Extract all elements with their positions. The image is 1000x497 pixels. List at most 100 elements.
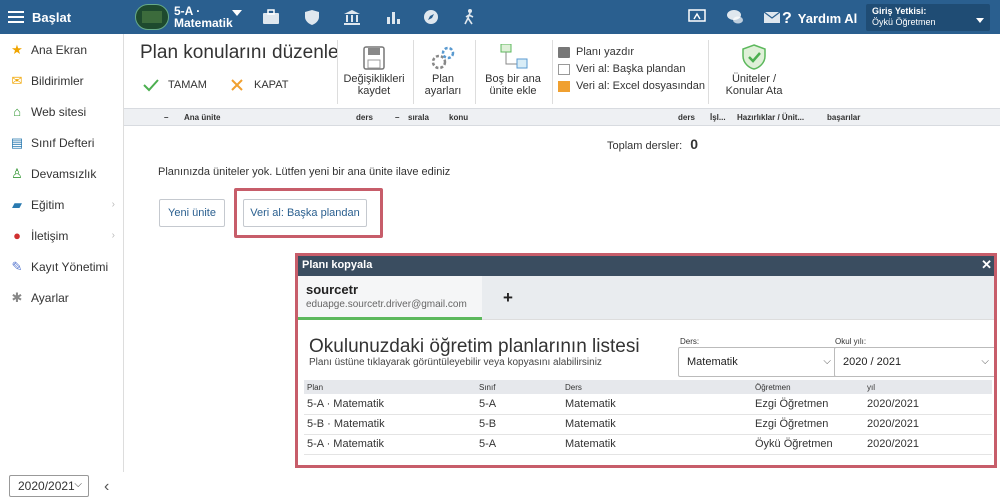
building-icon[interactable] bbox=[343, 9, 361, 25]
login-title: Giriş Yetkisi: bbox=[872, 6, 927, 16]
th-ogretmen[interactable]: Öğretmen bbox=[752, 380, 864, 394]
person-icon: ♙ bbox=[11, 165, 23, 181]
sidebar-item-label: Devamsızlık bbox=[31, 166, 97, 181]
assign-units-button[interactable]: Üniteler / Konular Ata bbox=[716, 44, 792, 97]
chevron-down-icon[interactable] bbox=[232, 10, 242, 16]
printer-icon bbox=[558, 47, 570, 58]
plans-table-header: Plan Sınıf Ders Öğretmen yıl bbox=[304, 380, 992, 394]
th-yil[interactable]: yıl bbox=[864, 380, 992, 394]
import-from-plan-item[interactable]: Veri al: Başka plandan bbox=[558, 61, 705, 78]
import-from-excel-item[interactable]: Veri al: Excel dosyasından bbox=[558, 78, 705, 95]
envelope-icon: ✉ bbox=[11, 72, 23, 88]
col-ders-2[interactable]: ders bbox=[678, 113, 695, 122]
column-header-row: – Ana ünite ders – sırala konu ders İşl.… bbox=[124, 108, 1000, 126]
class-selector[interactable]: 5-A · Matematik bbox=[174, 5, 233, 29]
shield-icon[interactable] bbox=[303, 9, 321, 25]
bar-chart-icon[interactable] bbox=[384, 9, 402, 25]
dialog-heading: Okulunuzdaki öğretim planlarının listesi bbox=[309, 336, 640, 357]
chevron-down-icon bbox=[976, 18, 984, 23]
total-label: Toplam dersler: bbox=[607, 140, 683, 152]
add-unit-label-1: Boş bir ana bbox=[485, 73, 541, 85]
dialog-subheading: Planı üstüne tıklayarak görüntüleyebilir… bbox=[309, 357, 602, 368]
col-basarilar[interactable]: başarılar bbox=[827, 113, 860, 122]
collapse-sidebar-icon[interactable]: ‹ bbox=[104, 478, 109, 496]
table-row[interactable]: 5-A · Matematik 5-A Matematik Öykü Öğret… bbox=[304, 434, 992, 455]
sidebar-item-label: Web sitesi bbox=[31, 104, 87, 119]
compass-icon[interactable] bbox=[422, 9, 440, 25]
collapse-all-icon[interactable]: – bbox=[164, 113, 168, 122]
walking-person-icon[interactable] bbox=[461, 9, 479, 25]
toolbar-divider bbox=[413, 40, 414, 104]
table-row[interactable]: 5-A · Matematik 5-A Matematik Ezgi Öğret… bbox=[304, 394, 992, 415]
class-name-line2: Matematik bbox=[174, 16, 233, 30]
close-icon bbox=[231, 79, 243, 91]
th-plan[interactable]: Plan bbox=[304, 380, 476, 394]
chat-icon: ● bbox=[13, 228, 21, 243]
sidebar-item-kayıt-yönetimi[interactable]: ✎ Kayıt Yönetimi bbox=[0, 251, 123, 282]
new-unit-button[interactable]: Yeni ünite bbox=[159, 199, 225, 227]
tree-add-icon bbox=[500, 44, 528, 69]
sidebar-item-sınıf-defteri[interactable]: ▤ Sınıf Defteri bbox=[0, 127, 123, 158]
col-islem[interactable]: İşl... bbox=[710, 113, 726, 122]
tab-email: eduapge.sourcetr.driver@gmail.com bbox=[306, 299, 467, 310]
sidebar-item-ana-ekran[interactable]: ★ Ana Ekran bbox=[0, 34, 123, 65]
col-ders[interactable]: ders bbox=[356, 113, 373, 122]
sidebar: ★ Ana Ekran ✉ Bildirimler ⌂ Web sitesi ▤ Sınıf … bbox=[0, 34, 124, 497]
cell-ders: Matematik bbox=[562, 434, 752, 455]
sidebar-item-web-sitesi[interactable]: ⌂ Web sitesi bbox=[0, 96, 123, 127]
th-sinif[interactable]: Sınıf bbox=[476, 380, 562, 394]
start-menu-button[interactable]: Başlat bbox=[0, 0, 124, 34]
sidebar-item-eğitim[interactable]: ▰ Eğitim › bbox=[0, 189, 123, 220]
briefcase-icon[interactable] bbox=[262, 9, 280, 25]
subject-select[interactable]: Matematik ⌵ bbox=[678, 347, 838, 377]
import-plan-label: Veri al: Başka plandan bbox=[576, 63, 686, 75]
collapse-icon[interactable]: – bbox=[395, 113, 399, 122]
excel-import-icon bbox=[558, 81, 570, 92]
col-ana-unite[interactable]: Ana ünite bbox=[184, 113, 220, 122]
help-button[interactable]: ? Yardım Al bbox=[782, 10, 857, 28]
add-empty-unit-button[interactable]: Boş bir ana ünite ekle bbox=[479, 44, 547, 97]
col-hazirliklar[interactable]: Hazırlıklar / Ünit... bbox=[737, 113, 804, 122]
print-plan-item[interactable]: Planı yazdır bbox=[558, 44, 705, 61]
cell-ders: Matematik bbox=[562, 394, 752, 415]
cell-yil: 2020/2021 bbox=[864, 414, 992, 435]
save-changes-button[interactable]: Değişiklikleri kaydet bbox=[342, 44, 406, 97]
cell-ogretmen: Ezgi Öğretmen bbox=[752, 394, 864, 415]
add-source-button[interactable]: + bbox=[503, 288, 513, 308]
cell-sinif: 5-A bbox=[476, 394, 562, 415]
close-button[interactable]: KAPAT bbox=[230, 78, 288, 92]
mail-icon[interactable] bbox=[763, 9, 781, 25]
class-avatar[interactable] bbox=[135, 4, 169, 30]
ok-button[interactable]: TAMAM bbox=[142, 78, 207, 92]
table-row[interactable]: 5-B · Matematik 5-B Matematik Ezgi Öğret… bbox=[304, 414, 992, 435]
dialog-title: Planı kopyala bbox=[302, 259, 373, 271]
year-select[interactable]: 2020/2021 ⌵ bbox=[9, 475, 89, 497]
sidebar-item-label: Ana Ekran bbox=[31, 42, 88, 57]
login-user-selector[interactable]: Giriş Yetkisi: Öykü Öğretmen bbox=[866, 4, 990, 31]
th-ders[interactable]: Ders bbox=[562, 380, 752, 394]
plan-settings-button[interactable]: Plan ayarları bbox=[418, 44, 468, 97]
total-value: 0 bbox=[690, 136, 698, 152]
col-konu[interactable]: konu bbox=[449, 113, 468, 122]
cell-sinif: 5-B bbox=[476, 414, 562, 435]
add-unit-label-2: ünite ekle bbox=[489, 85, 537, 97]
sidebar-item-ayarlar[interactable]: ✱ Ayarlar bbox=[0, 282, 123, 313]
close-icon[interactable]: ✕ bbox=[981, 257, 992, 273]
sidebar-item-bildirimler[interactable]: ✉ Bildirimler bbox=[0, 65, 123, 96]
presentation-icon[interactable] bbox=[688, 9, 706, 25]
sidebar-item-devamsızlık[interactable]: ♙ Devamsızlık bbox=[0, 158, 123, 189]
toolbar-divider bbox=[552, 40, 553, 104]
hamburger-icon bbox=[8, 11, 24, 23]
school-year-select[interactable]: 2020 / 2021 ⌵ bbox=[834, 347, 994, 377]
tab-sourcetr[interactable]: sourcetr eduapge.sourcetr.driver@gmail.c… bbox=[298, 276, 482, 320]
school-year-label: Okul yılı: bbox=[835, 337, 867, 346]
cell-plan: 5-A · Matematik bbox=[304, 394, 476, 415]
cell-ogretmen: Ezgi Öğretmen bbox=[752, 414, 864, 435]
school-year-value: 2020 / 2021 bbox=[843, 356, 902, 368]
sidebar-item-i-letişim[interactable]: ● İletişim › bbox=[0, 220, 123, 251]
floppy-disk-icon bbox=[363, 46, 385, 70]
chat-bubbles-icon[interactable] bbox=[726, 9, 744, 25]
subject-label: Ders: bbox=[680, 337, 700, 346]
col-sirala[interactable]: sırala bbox=[408, 113, 429, 122]
toolbar-divider bbox=[708, 40, 709, 104]
